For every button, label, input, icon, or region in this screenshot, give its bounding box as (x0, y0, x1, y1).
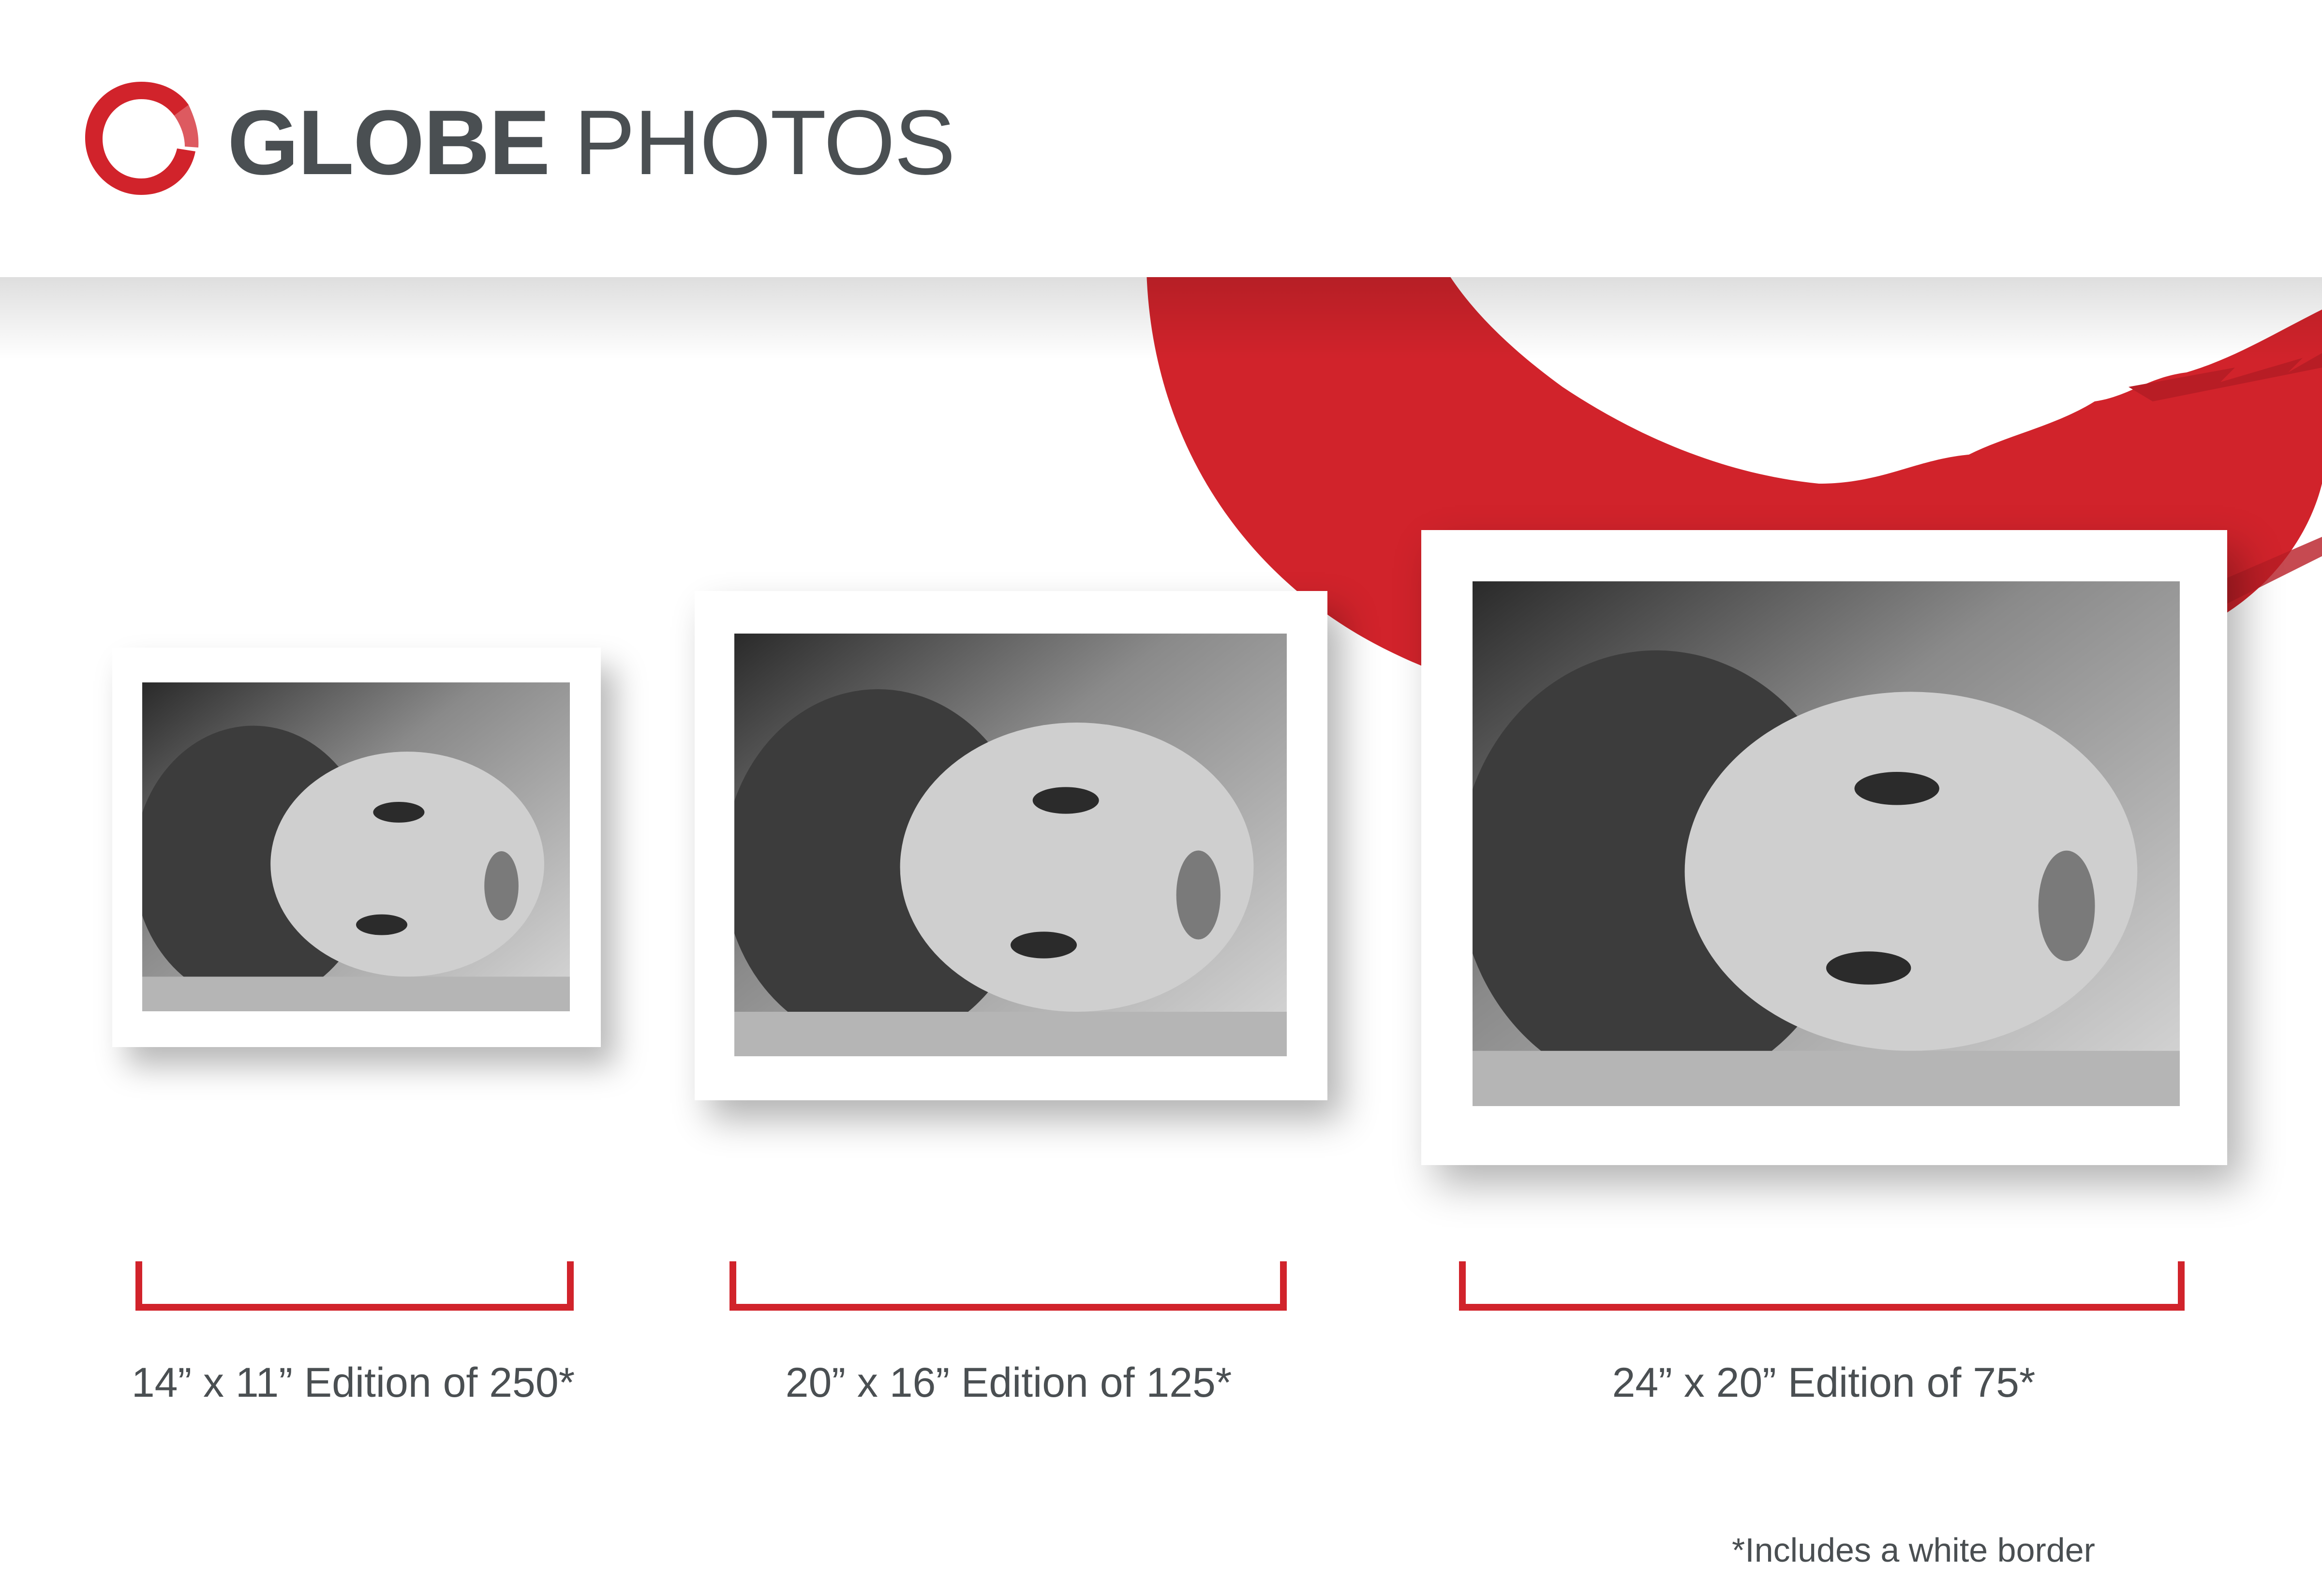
brand-name-light: PHOTOS (574, 91, 955, 194)
portrait-photo (142, 682, 570, 1011)
header: GLOBE PHOTOS (0, 0, 2322, 277)
footnote: *Includes a white border (1732, 1531, 2095, 1569)
print-preview-small (112, 648, 601, 1047)
size-bracket-large (1459, 1261, 2185, 1311)
portrait-photo (1473, 581, 2180, 1106)
print-preview-large (1421, 530, 2227, 1165)
portrait-photo (734, 634, 1287, 1056)
header-shadow (0, 277, 2322, 359)
print-caption-small: 14” x 11” Edition of 250* (131, 1360, 575, 1406)
size-bracket-small (135, 1261, 574, 1311)
size-bracket-medium (729, 1261, 1287, 1311)
brand-wordmark: GLOBE PHOTOS (227, 89, 955, 196)
size-guide-canvas: GLOBE PHOTOS 14” x 11” Edition of 250* 2… (0, 0, 2322, 1596)
brand-name-bold: GLOBE (227, 91, 551, 194)
print-preview-medium (695, 591, 1327, 1100)
print-caption-large: 24” x 20” Edition of 75* (1612, 1360, 2036, 1406)
brush-ring-icon (85, 82, 199, 195)
print-caption-medium: 20” x 16” Edition of 125* (785, 1360, 1232, 1406)
